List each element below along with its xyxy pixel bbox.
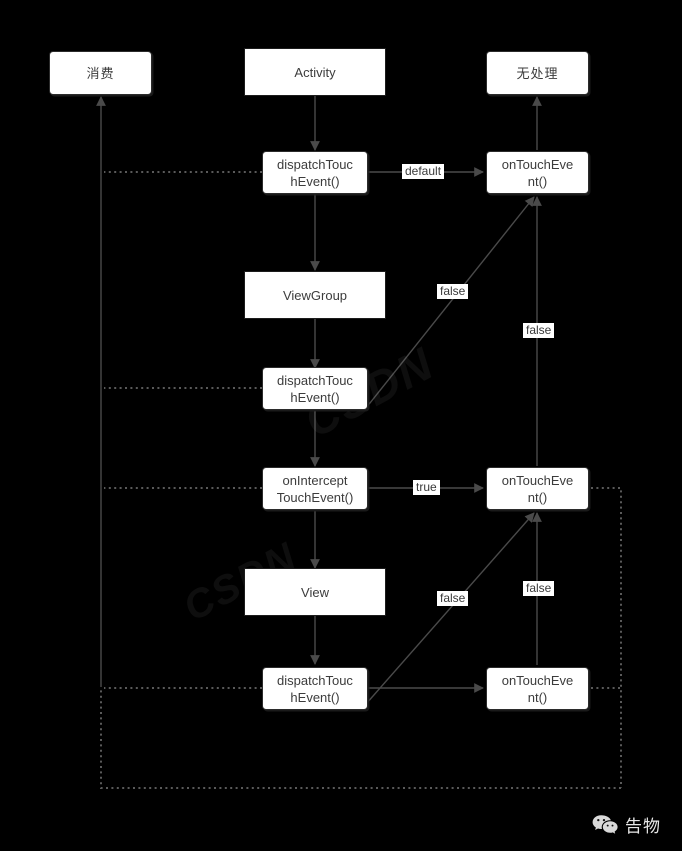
edge-label-true-intercept: true: [413, 480, 440, 495]
node-viewgroup[interactable]: ViewGroup: [244, 271, 386, 319]
edge-label-false-viewgroup-dispatch: false: [437, 284, 469, 299]
node-viewgroup-dispatch-touch-event[interactable]: dispatchTouc hEvent(): [262, 367, 368, 410]
diagram-canvas: CSDN CSDN 消费 Activity 无处理 dispatchTouc h…: [0, 0, 682, 851]
node-activity[interactable]: Activity: [244, 48, 386, 96]
wechat-icon: [592, 814, 618, 836]
edge-layer: [96, 96, 622, 789]
edge-label-false-viewgroup-ontouch: false: [523, 581, 555, 596]
brand: 告物: [592, 812, 661, 837]
node-on-intercept-touch-event[interactable]: onIntercept TouchEvent(): [262, 467, 368, 510]
node-view[interactable]: View: [244, 568, 386, 616]
node-view-dispatch-touch-event[interactable]: dispatchTouc hEvent(): [262, 667, 368, 710]
edge-label-false-view-dispatch: false: [437, 591, 469, 606]
node-viewgroup-on-touch-event[interactable]: onTouchEve nt(): [486, 467, 589, 510]
node-consume[interactable]: 消费: [49, 51, 152, 95]
node-view-on-touch-event[interactable]: onTouchEve nt(): [486, 667, 589, 710]
node-no-handle[interactable]: 无处理: [486, 51, 589, 95]
edge-label-false-activity-ontouch: false: [523, 323, 555, 338]
edge-label-default: default: [402, 164, 445, 179]
brand-name: 告物: [625, 817, 661, 837]
node-activity-dispatch-touch-event[interactable]: dispatchTouc hEvent(): [262, 151, 368, 194]
node-activity-on-touch-event[interactable]: onTouchEve nt(): [486, 151, 589, 194]
